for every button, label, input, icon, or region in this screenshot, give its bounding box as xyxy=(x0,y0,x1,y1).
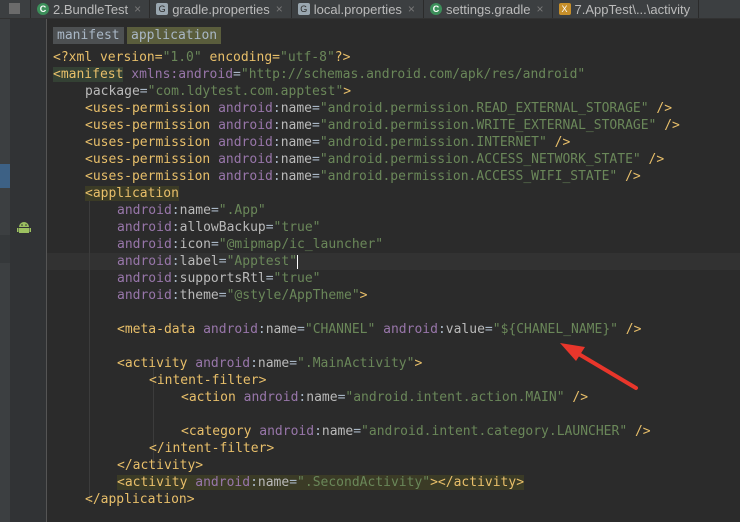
code-line: <manifest xmlns:android="http://schemas.… xyxy=(53,67,586,82)
tab-label: 2.BundleTest xyxy=(53,1,129,17)
code-line: android:label="Apptest" xyxy=(117,254,299,269)
tab-label: local.properties xyxy=(313,1,402,17)
code-line: <action android:name="android.intent.act… xyxy=(181,390,589,405)
tab-label: settings.gradle xyxy=(445,1,531,17)
code-line: android:icon="@mipmap/ic_launcher" xyxy=(117,237,384,252)
code-line: <uses-permission android:name="android.p… xyxy=(85,152,665,167)
code-editor[interactable]: <?xml version="1.0" encoding="utf-8"?> <… xyxy=(47,47,740,522)
code-line: <uses-permission android:name="android.p… xyxy=(85,135,571,150)
close-icon[interactable]: × xyxy=(408,2,415,16)
code-line: <?xml version="1.0" encoding="utf-8"?> xyxy=(53,50,351,65)
project-panel-edge xyxy=(0,19,10,522)
tab-bundletest[interactable]: C 2.BundleTest × xyxy=(31,0,151,18)
breadcrumb-manifest[interactable]: manifest xyxy=(53,27,124,44)
editor-gutter xyxy=(0,19,47,522)
code-line: <uses-permission android:name="android.p… xyxy=(85,118,680,133)
code-line: <category android:name="android.intent.c… xyxy=(181,424,651,439)
selection-marker xyxy=(0,164,10,188)
tab-settings-gradle[interactable]: C settings.gradle × xyxy=(424,0,553,18)
code-line: android:allowBackup="true" xyxy=(117,220,321,235)
code-line: <activity android:name=".MainActivity"> xyxy=(117,356,423,371)
tab-local-properties[interactable]: G local.properties × xyxy=(292,0,424,18)
code-line: </activity> xyxy=(117,458,204,473)
gutter-marker xyxy=(0,235,10,263)
code-line: <activity android:name=".SecondActivity"… xyxy=(117,475,525,490)
code-line: <uses-permission android:name="android.p… xyxy=(85,169,641,184)
file-icon xyxy=(9,3,20,14)
tab-label: 7.AppTest\...\activity xyxy=(574,1,691,17)
close-icon[interactable]: × xyxy=(134,2,141,16)
code-line: android:supportsRtl="true" xyxy=(117,271,321,286)
breadcrumb: manifest application xyxy=(47,19,740,47)
tab-activity[interactable]: X 7.AppTest\...\activity xyxy=(553,0,700,18)
class-icon: C xyxy=(37,3,49,15)
tab-label: gradle.properties xyxy=(172,1,270,17)
gradle-file-icon: C xyxy=(429,3,442,15)
close-icon[interactable]: × xyxy=(276,2,283,16)
breadcrumb-application[interactable]: application xyxy=(127,27,222,44)
code-line: android:name=".App" xyxy=(117,203,266,218)
text-caret xyxy=(297,254,299,269)
code-line: <uses-permission android:name="android.p… xyxy=(85,101,673,116)
gradle-icon: G xyxy=(297,3,310,15)
xml-icon: X xyxy=(558,3,571,15)
code-line: package="com.ldytest.com.apptest"> xyxy=(85,84,352,99)
editor-tab-bar: C 2.BundleTest × G gradle.properties × G… xyxy=(0,0,740,19)
code-line: <meta-data android:name="CHANNEL" androi… xyxy=(117,322,642,337)
code-line: </intent-filter> xyxy=(149,441,275,456)
code-line: <application xyxy=(85,186,179,201)
tab-gradle-properties[interactable]: G gradle.properties × xyxy=(150,0,292,18)
tab-overflow[interactable] xyxy=(0,0,31,18)
code-line: android:theme="@style/AppTheme"> xyxy=(117,288,368,303)
gradle-icon: G xyxy=(156,3,169,15)
code-line: <intent-filter> xyxy=(149,373,267,388)
android-icon[interactable] xyxy=(17,221,31,233)
indent-guide xyxy=(89,198,90,503)
code-line: </application> xyxy=(85,492,195,507)
close-icon[interactable]: × xyxy=(537,2,544,16)
